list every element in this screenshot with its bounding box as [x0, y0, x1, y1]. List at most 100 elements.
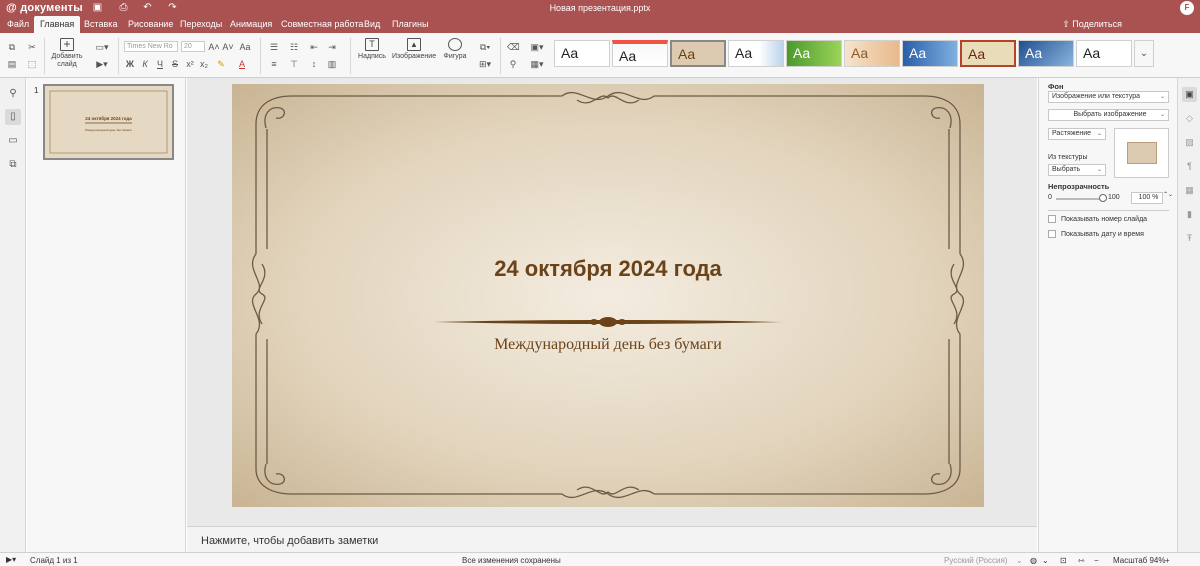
font-color-icon[interactable]: A: [236, 59, 248, 69]
tab-plugins[interactable]: Плагины: [386, 16, 434, 33]
language-select[interactable]: Русский (Россия): [944, 556, 1007, 565]
image-button[interactable]: ▲ Изображение: [392, 38, 436, 61]
opacity-value-input[interactable]: 100 %: [1131, 192, 1163, 204]
numbering-icon[interactable]: ☷: [288, 42, 300, 52]
font-name-select[interactable]: Times New Ro: [124, 41, 178, 52]
fit-slide-icon[interactable]: ⊡: [1060, 556, 1067, 565]
tab-file[interactable]: Файл: [1, 16, 35, 33]
copy-icon[interactable]: ⧉: [6, 42, 18, 52]
color-scheme-icon[interactable]: ▦▾: [528, 59, 546, 69]
theme-3[interactable]: Aa: [670, 40, 726, 67]
tab-collaboration[interactable]: Совместная работа: [275, 16, 369, 33]
search-icon[interactable]: ⚲: [5, 86, 21, 102]
slide-size-icon[interactable]: ▣▾: [528, 42, 546, 52]
shape-settings-icon[interactable]: ◇: [1182, 111, 1197, 126]
thumbnail-subtitle: Международный день без бумаги: [85, 128, 132, 132]
slideshow-play-icon[interactable]: ▶▾: [6, 555, 16, 564]
slides-icon[interactable]: ▯: [5, 109, 21, 125]
textart-settings-icon[interactable]: Ŧ: [1182, 231, 1197, 246]
theme-8[interactable]: Aa: [960, 40, 1016, 67]
opacity-spinner-icon[interactable]: ⌃⌄: [1163, 191, 1173, 198]
tab-animation[interactable]: Анимация: [224, 16, 278, 33]
themes-more-button[interactable]: ⌄: [1134, 40, 1154, 67]
arrange-icon[interactable]: ⧉▾: [476, 42, 494, 52]
slideshow-icon[interactable]: ▶▾: [92, 59, 112, 69]
copy-style-icon[interactable]: ⚲: [507, 59, 519, 69]
fill-type-select[interactable]: Изображение или текстура ⌄: [1048, 91, 1169, 103]
image-label: Изображение: [392, 53, 437, 60]
theme-9[interactable]: Aa: [1018, 40, 1074, 67]
cut-icon[interactable]: ✂: [26, 42, 38, 52]
chevron-down-icon: ⌄: [1159, 112, 1165, 118]
vertical-align-icon[interactable]: ⊤: [288, 59, 300, 69]
tab-view[interactable]: Вид: [358, 16, 386, 33]
shape-button[interactable]: Фигура: [440, 38, 470, 61]
user-avatar[interactable]: F: [1180, 1, 1194, 15]
tab-home[interactable]: Главная: [34, 16, 81, 33]
font-shrink-icon[interactable]: A˅: [222, 42, 234, 52]
theme-7[interactable]: Aa: [902, 40, 958, 67]
spellcheck-icon[interactable]: ◍: [1030, 556, 1037, 565]
slide-title[interactable]: 24 октября 2024 года: [232, 256, 984, 282]
opacity-slider[interactable]: [1056, 198, 1104, 200]
dropdown-icon[interactable]: ⌄: [1042, 556, 1049, 565]
comments-icon[interactable]: ▭: [5, 133, 21, 149]
thumbnail-frame: [49, 90, 168, 154]
slide-settings-panel: Фон Изображение или текстура ⌄ Выбрать из…: [1038, 78, 1177, 552]
share-button[interactable]: ⇧ Поделиться: [1062, 16, 1122, 33]
bold-icon[interactable]: Ж: [124, 59, 136, 69]
superscript-icon[interactable]: x²: [184, 59, 196, 69]
opacity-max: 100: [1108, 194, 1120, 201]
slide-subtitle[interactable]: Международный день без бумаги: [232, 336, 984, 354]
tab-insert[interactable]: Вставка: [78, 16, 123, 33]
subscript-icon[interactable]: x₂: [198, 59, 210, 69]
text-box-button[interactable]: T Надпись: [356, 38, 388, 61]
underline-icon[interactable]: Ч: [154, 59, 166, 69]
layout-icon[interactable]: ▭▾: [92, 42, 112, 52]
date-time-checkbox[interactable]: [1048, 230, 1056, 238]
font-size-select[interactable]: 20: [181, 41, 205, 52]
chart-settings-icon[interactable]: ▮: [1182, 207, 1197, 222]
theme-5[interactable]: Aa: [786, 40, 842, 67]
slide[interactable]: 24 октября 2024 года Международный день …: [232, 84, 984, 507]
align-shapes-icon[interactable]: ⊞▾: [476, 59, 494, 69]
align-left-icon[interactable]: ≡: [268, 59, 280, 69]
paste-icon[interactable]: ▤: [6, 59, 18, 69]
zoom-out-icon[interactable]: −: [1094, 556, 1099, 565]
add-slide-button[interactable]: + Добавить слайд: [50, 38, 84, 69]
font-grow-icon[interactable]: A˄: [208, 42, 220, 52]
strikethrough-icon[interactable]: S: [169, 59, 181, 69]
opacity-slider-handle[interactable]: [1099, 194, 1107, 202]
line-spacing-icon[interactable]: ↕: [308, 59, 320, 69]
table-settings-icon[interactable]: ▦: [1182, 183, 1197, 198]
italic-icon[interactable]: К: [139, 59, 151, 69]
zoom-in-icon[interactable]: +: [1165, 556, 1170, 565]
theme-10[interactable]: Aa: [1076, 40, 1132, 67]
slide-number-checkbox[interactable]: [1048, 215, 1056, 223]
decrease-indent-icon[interactable]: ⇤: [308, 42, 320, 52]
highlight-icon[interactable]: ✎: [215, 59, 227, 69]
tab-draw[interactable]: Рисование: [122, 16, 179, 33]
image-settings-icon[interactable]: ▨: [1182, 135, 1197, 150]
theme-2[interactable]: Aa: [612, 40, 668, 67]
theme-1[interactable]: Aa: [554, 40, 610, 67]
slide-thumbnail[interactable]: 24 октября 2024 года Международный день …: [43, 84, 174, 160]
choose-image-button[interactable]: Выбрать изображение ⌄: [1048, 109, 1169, 121]
paragraph-settings-icon[interactable]: ¶: [1182, 159, 1197, 174]
slide-settings-icon[interactable]: ▣: [1182, 87, 1197, 102]
notes-pane[interactable]: Нажмите, чтобы добавить заметки: [187, 526, 1037, 552]
tab-transitions[interactable]: Переходы: [174, 16, 228, 33]
change-case-icon[interactable]: Aa: [237, 42, 253, 52]
theme-6[interactable]: Aa: [844, 40, 900, 67]
fit-width-icon[interactable]: ⇿: [1078, 556, 1085, 565]
select-all-icon[interactable]: ⬚: [26, 59, 38, 69]
bullets-icon[interactable]: ☰: [268, 42, 280, 52]
clear-style-icon[interactable]: ⌫: [507, 42, 520, 52]
increase-indent-icon[interactable]: ⇥: [326, 42, 338, 52]
texture-select[interactable]: Выбрать ⌄: [1048, 164, 1106, 176]
theme-4[interactable]: Aa: [728, 40, 784, 67]
chat-icon[interactable]: ⧉: [5, 157, 21, 173]
stretch-select[interactable]: Растяжение ⌄: [1048, 128, 1106, 140]
columns-icon[interactable]: ▥: [326, 59, 338, 69]
background-section-label: Фон: [1048, 82, 1064, 91]
